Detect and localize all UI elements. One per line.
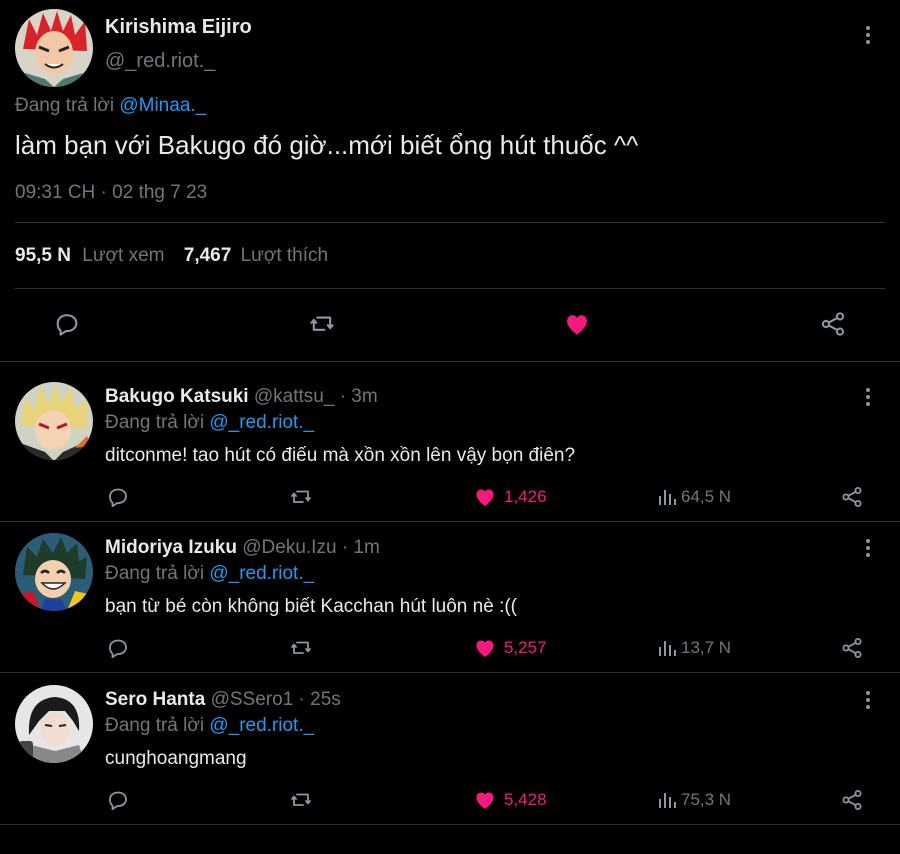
reply-button[interactable] [106, 485, 130, 509]
share-button[interactable] [818, 310, 848, 338]
replying-prefix: Đang trả lời [15, 95, 115, 116]
like-count: 5,257 [504, 638, 547, 657]
like-button[interactable]: 5,428 [472, 788, 547, 812]
divider [0, 361, 900, 362]
divider [0, 521, 900, 522]
retweet-icon [291, 793, 311, 806]
views-label: Lượt xem [82, 245, 165, 266]
tweet-timestamp[interactable]: 09:31 CH · 02 thg 7 23 [15, 182, 207, 204]
replying-prefix: Đang trả lời [105, 715, 205, 736]
views-button[interactable]: 13,7 N [657, 636, 731, 660]
views-button[interactable]: 75,3 N [657, 788, 731, 812]
reply-button[interactable] [106, 788, 130, 812]
replying-to-line: Đang trả lời @_red.riot._ [105, 412, 314, 434]
reply-text: bạn từ bé còn không biết Kacchan hút luô… [105, 596, 517, 617]
reply-text: cunghoangmang [105, 748, 247, 769]
reply-text: ditconme! tao hút có điếu mà xồn xồn lên… [105, 445, 576, 466]
reply-button[interactable] [106, 636, 130, 660]
reply-author-handle[interactable]: @Deku.Izu [242, 537, 336, 558]
like-button[interactable]: 1,426 [472, 485, 547, 509]
more-options-icon[interactable] [858, 536, 878, 560]
like-count: 5,428 [504, 790, 547, 809]
replying-to-link[interactable]: @_red.riot._ [209, 412, 314, 433]
midoriya-avatar[interactable] [15, 533, 93, 611]
views-bar-chart-icon [659, 641, 676, 656]
replying-to-line: Đang trả lời @Minaa._ [15, 95, 206, 117]
views-count: 75,3 N [681, 790, 732, 809]
share-button[interactable] [839, 485, 865, 509]
retweet-icon [291, 490, 311, 503]
heart-icon [567, 315, 587, 335]
like-button[interactable] [562, 310, 592, 338]
reply-icon [56, 314, 78, 336]
divider [0, 672, 900, 673]
share-icon [842, 487, 862, 507]
reply-icon [109, 791, 127, 810]
heart-icon [476, 640, 494, 657]
retweet-button[interactable] [288, 788, 314, 812]
share-icon [842, 790, 862, 810]
share-button[interactable] [839, 788, 865, 812]
likes-count[interactable]: 7,467 [184, 245, 232, 266]
likes-label[interactable]: Lượt thích [241, 245, 329, 266]
share-icon [821, 312, 845, 336]
author-name[interactable]: Kirishima Eijiro [105, 16, 252, 39]
reply-time[interactable]: · 25s [299, 689, 341, 710]
views-count: 64,5 N [681, 487, 732, 506]
tweet-text: làm bạn với Bakugo đó giờ...mới biết ổng… [15, 130, 639, 160]
reply-author-name[interactable]: Bakugo Katsuki [105, 386, 249, 407]
reply-header: Bakugo Katsuki @kattsu_ · 3m [105, 386, 378, 408]
replying-to-link[interactable]: @Minaa._ [119, 95, 206, 116]
like-count: 1,426 [504, 487, 547, 506]
views-button[interactable]: 64,5 N [657, 485, 731, 509]
more-options-icon[interactable] [858, 688, 878, 712]
replying-to-line: Đang trả lời @_red.riot._ [105, 715, 314, 737]
share-icon [842, 638, 862, 658]
retweet-icon [310, 316, 334, 331]
reply-author-name[interactable]: Sero Hanta [105, 689, 205, 710]
replying-prefix: Đang trả lời [105, 412, 205, 433]
retweet-button[interactable] [288, 636, 314, 660]
reply-author-name[interactable]: Midoriya Izuku [105, 537, 237, 558]
replying-to-link[interactable]: @_red.riot._ [209, 563, 314, 584]
reply-button[interactable] [53, 310, 81, 338]
retweet-button[interactable] [288, 485, 314, 509]
replying-to-link[interactable]: @_red.riot._ [209, 715, 314, 736]
reply-time[interactable]: · 1m [342, 537, 380, 558]
replying-to-line: Đang trả lời @_red.riot._ [105, 563, 314, 585]
like-button[interactable]: 5,257 [472, 636, 547, 660]
reply-time[interactable]: · 3m [340, 386, 378, 407]
views-count: 13,7 N [681, 638, 732, 657]
bakugo-avatar[interactable] [15, 382, 93, 460]
reply-author-handle[interactable]: @kattsu_ [254, 386, 335, 407]
more-options-icon[interactable] [858, 385, 878, 409]
more-options-icon[interactable] [858, 23, 878, 47]
reply-author-handle[interactable]: @SSero1 [211, 689, 294, 710]
divider [15, 222, 885, 223]
heart-icon [476, 792, 494, 809]
author-handle[interactable]: @_red.riot._ [105, 50, 215, 73]
retweet-button[interactable] [307, 310, 337, 338]
replying-prefix: Đang trả lời [105, 563, 205, 584]
retweet-icon [291, 641, 311, 654]
views-bar-chart-icon [659, 793, 676, 808]
views-bar-chart-icon [659, 490, 676, 505]
divider [15, 288, 885, 289]
kirishima-avatar[interactable] [15, 9, 93, 87]
share-button[interactable] [839, 636, 865, 660]
reply-icon [109, 639, 127, 658]
heart-icon [476, 489, 494, 506]
reply-header: Sero Hanta @SSero1 · 25s [105, 689, 341, 711]
sero-avatar[interactable] [15, 685, 93, 763]
tweet-stats: 95,5 N Lượt xem 7,467 Lượt thích [15, 245, 328, 267]
divider [0, 824, 900, 825]
views-count: 95,5 N [15, 245, 71, 266]
reply-icon [109, 488, 127, 507]
reply-header: Midoriya Izuku @Deku.Izu · 1m [105, 537, 380, 559]
